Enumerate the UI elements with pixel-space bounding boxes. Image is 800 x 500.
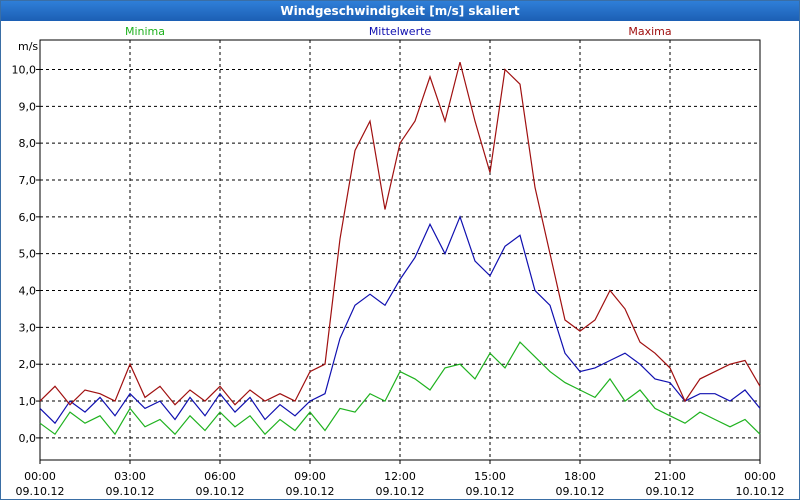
y-tick-label: 3,0 — [19, 321, 37, 334]
x-tick-date: 09.10.12 — [286, 485, 335, 498]
x-tick-date: 10.10.12 — [736, 485, 785, 498]
y-tick-labels: 0,0 1,0 2,0 3,0 4,0 5,0 6,0 7,0 8,0 9,0 10,0 — [12, 63, 37, 444]
x-tick-time: 00:00 — [24, 470, 56, 483]
y-tick-label: 6,0 — [19, 211, 37, 224]
y-tick-label: 1,0 — [19, 395, 37, 408]
legend-minima: Minima — [125, 25, 165, 38]
x-tick-time: 00:00 — [744, 470, 776, 483]
legend-maxima: Maxima — [628, 25, 671, 38]
x-tick-date: 09.10.12 — [376, 485, 425, 498]
legend: Minima Mittelwerte Maxima — [125, 25, 672, 38]
y-tick-label: 9,0 — [19, 100, 37, 113]
x-tick-date: 09.10.12 — [646, 485, 695, 498]
x-tick-time: 18:00 — [564, 470, 596, 483]
y-axis-label: m/s — [18, 40, 38, 53]
y-tick-label: 10,0 — [12, 63, 37, 76]
series-line-mittelwerte — [39, 215, 761, 425]
x-tick-time: 15:00 — [474, 470, 506, 483]
legend-mittelwerte: Mittelwerte — [369, 25, 432, 38]
x-tick-time: 09:00 — [294, 470, 326, 483]
x-tick-time: 12:00 — [384, 470, 416, 483]
x-tick-date: 09.10.12 — [196, 485, 245, 498]
x-tick-time: 06:00 — [204, 470, 236, 483]
x-tick-date: 09.10.12 — [16, 485, 65, 498]
wind-speed-chart: m/s 0,0 1,0 2,0 3,0 4,0 5,0 6,0 7,0 8,0 9,0 10,0 0… — [12, 25, 785, 498]
x-tick-date: 09.10.12 — [106, 485, 155, 498]
x-tick-labels: 00:00 09.10.12 03:00 09.10.12 06:00 09.10.12 0… — [16, 470, 785, 498]
x-tick-time: 21:00 — [654, 470, 686, 483]
y-tick-label: 4,0 — [19, 285, 37, 298]
x-tick-date: 09.10.12 — [466, 485, 515, 498]
x-tick-time: 03:00 — [114, 470, 146, 483]
grid-lines — [36, 40, 761, 464]
y-tick-label: 5,0 — [19, 248, 37, 261]
y-tick-label: 2,0 — [19, 358, 37, 371]
y-tick-label: 8,0 — [19, 137, 37, 150]
y-tick-label: 0,0 — [19, 432, 37, 445]
x-tick-date: 09.10.12 — [556, 485, 605, 498]
y-tick-label: 7,0 — [19, 174, 37, 187]
